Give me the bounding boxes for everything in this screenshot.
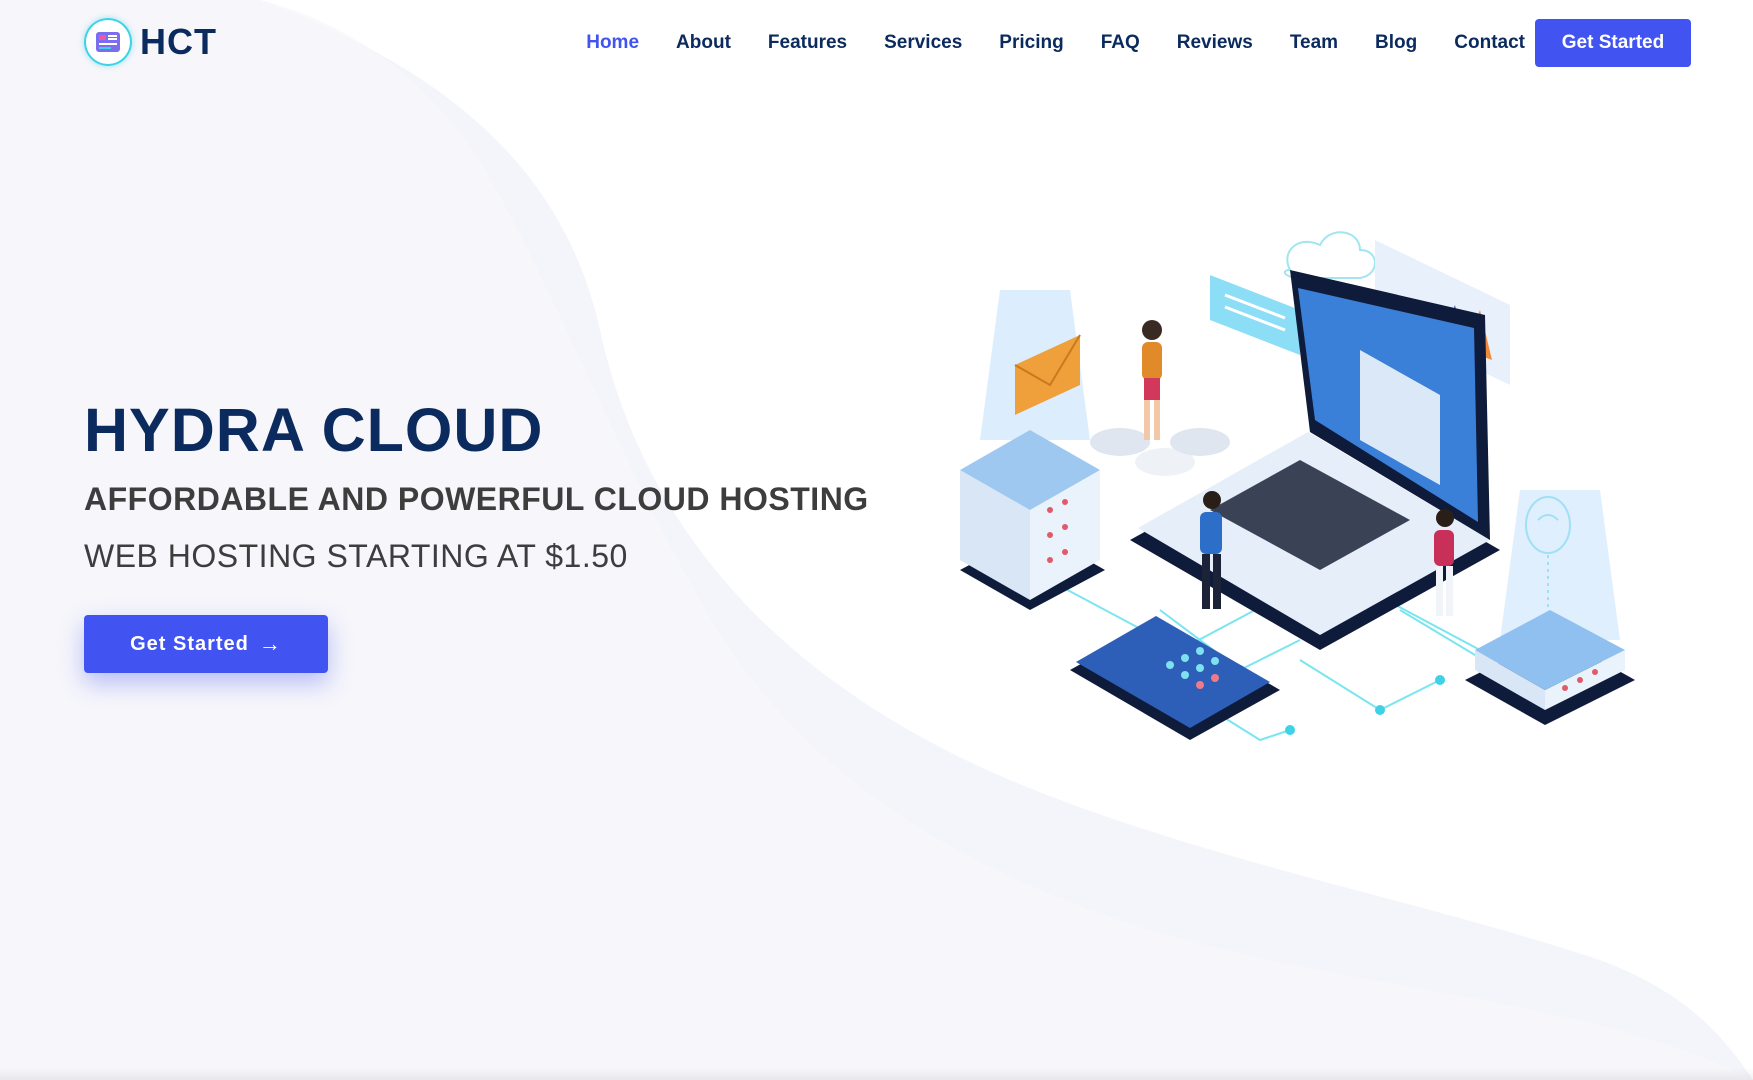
cloud-icon (1283, 231, 1376, 279)
server-rack-icon (960, 290, 1105, 610)
logo-badge-icon (84, 18, 132, 66)
nav-item-contact[interactable]: Contact (1454, 32, 1525, 54)
section-divider (0, 1068, 1753, 1080)
nav-item-team[interactable]: Team (1290, 32, 1338, 54)
nav-item-faq[interactable]: FAQ (1101, 32, 1140, 54)
hero-tagline: WEB HOSTING STARTING AT $1.50 (84, 538, 628, 574)
navbar: HCT Home About Features Services Pricing… (0, 0, 1753, 86)
nav-item-services[interactable]: Services (884, 32, 962, 54)
nav-item-home[interactable]: Home (586, 32, 639, 54)
brand-name: HCT (140, 21, 217, 62)
hero-section: HYDRA CLOUD AFFORDABLE AND POWERFUL CLOU… (84, 395, 869, 673)
server-rack-icon (1465, 490, 1635, 725)
brand-logo[interactable]: HCT (84, 18, 217, 66)
hero-subtitle: AFFORDABLE AND POWERFUL CLOUD HOSTING (84, 481, 869, 517)
get-started-hero-button[interactable]: Get Started → (84, 615, 328, 673)
hero-button-label: Get Started (130, 632, 249, 655)
nav-item-features[interactable]: Features (768, 32, 847, 54)
arrow-right-icon: → (258, 631, 282, 656)
nav-item-pricing[interactable]: Pricing (999, 32, 1063, 54)
hero-title: HYDRA CLOUD (84, 396, 544, 464)
cloud-hosting-illustration (960, 231, 1635, 742)
smartphone-icon (1070, 616, 1280, 740)
get-started-nav-button[interactable]: Get Started (1535, 19, 1691, 67)
nav-menu: Home About Features Services Pricing FAQ… (549, 0, 1525, 86)
nav-item-reviews[interactable]: Reviews (1177, 32, 1253, 54)
nav-item-blog[interactable]: Blog (1375, 32, 1417, 54)
person-icon (1142, 320, 1162, 440)
nav-item-about[interactable]: About (676, 32, 731, 54)
data-panel-icon (1210, 275, 1300, 355)
